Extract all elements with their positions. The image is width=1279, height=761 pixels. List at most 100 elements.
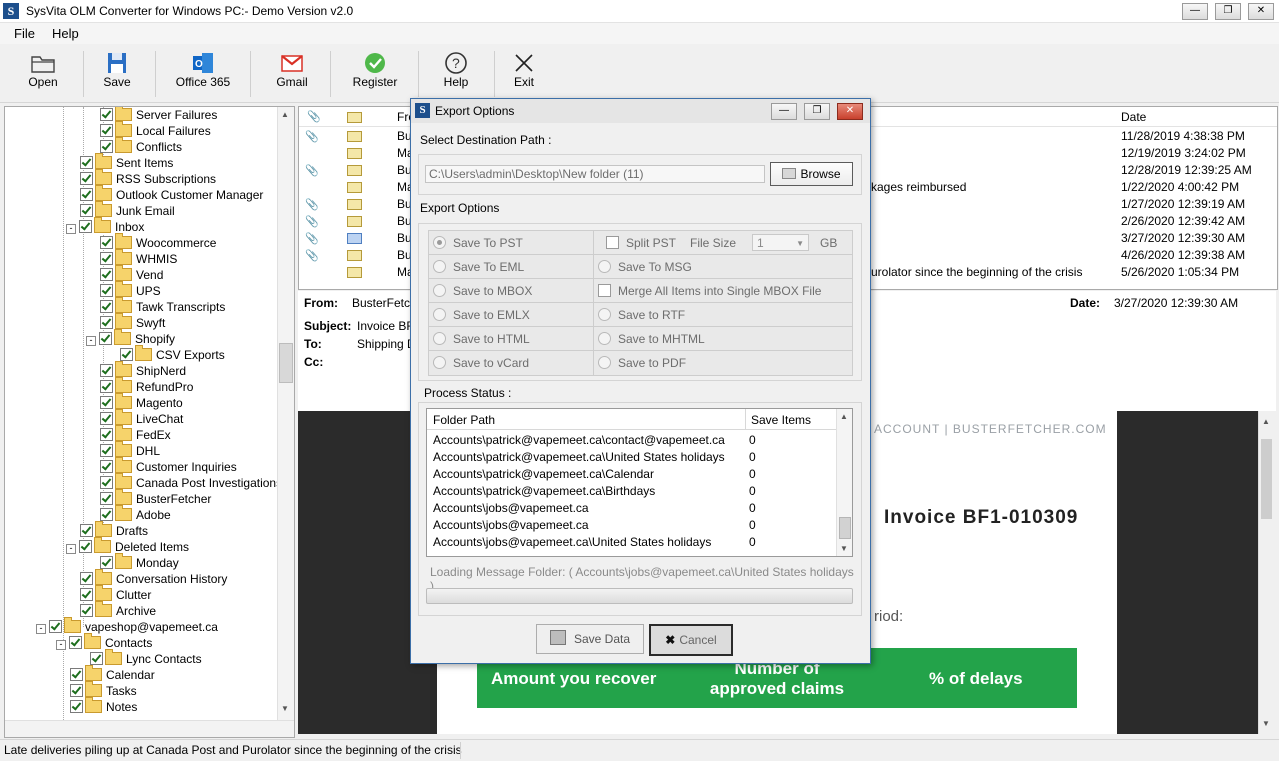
dialog-maximize-button[interactable]: ❐	[804, 103, 830, 120]
tree-checkbox[interactable]	[70, 668, 83, 681]
tree-scroll-thumb[interactable]	[279, 343, 293, 383]
tree-item[interactable]: RefundPro	[100, 377, 193, 395]
tree-item[interactable]: - vapeshop@vapemeet.ca	[36, 617, 218, 635]
cancel-button[interactable]: ✖ Cancel	[649, 624, 733, 656]
tree-checkbox[interactable]	[100, 556, 113, 569]
tree-item[interactable]: Vend	[100, 265, 163, 283]
scroll-down-arrow-icon[interactable]: ▼	[1262, 719, 1270, 728]
tree-item[interactable]: Adobe	[100, 505, 171, 523]
exit-button[interactable]: Exit	[503, 45, 545, 101]
tree-checkbox[interactable]	[100, 364, 113, 377]
split-pst-checkbox[interactable]: Split PST	[606, 232, 676, 254]
status-grid-row[interactable]: Accounts\jobs@vapemeet.ca 0	[427, 517, 852, 534]
tree-hscrollbar[interactable]	[5, 720, 294, 737]
save-to-eml-option[interactable]: Save To EML	[433, 256, 524, 278]
tree-checkbox[interactable]	[100, 140, 113, 153]
tree-checkbox[interactable]	[100, 268, 113, 281]
preview-scrollbar[interactable]: ▲ ▼	[1258, 411, 1276, 734]
tree-item[interactable]: Swyft	[100, 313, 165, 331]
tree-scrollbar[interactable]: ▲ ▼	[277, 107, 294, 737]
tree-checkbox[interactable]	[100, 412, 113, 425]
tree-checkbox[interactable]	[79, 540, 92, 553]
tree-checkbox[interactable]	[80, 204, 93, 217]
tree-item[interactable]: CSV Exports	[120, 345, 225, 363]
tree-item[interactable]: DHL	[100, 441, 160, 459]
minimize-button[interactable]: —	[1182, 3, 1208, 20]
preview-scroll-thumb[interactable]	[1261, 439, 1272, 519]
tree-item[interactable]: Notes	[70, 697, 137, 715]
tree-item[interactable]: Archive	[80, 601, 156, 619]
save-button[interactable]: Save	[92, 45, 142, 101]
save-to-pdf-option[interactable]: Save to PDF	[598, 352, 686, 374]
tree-checkbox[interactable]	[49, 620, 62, 633]
tree-checkbox[interactable]	[99, 332, 112, 345]
tree-checkbox[interactable]	[120, 348, 133, 361]
tree-item[interactable]: - Inbox	[66, 217, 144, 235]
tree-checkbox[interactable]	[100, 300, 113, 313]
tree-checkbox[interactable]	[100, 476, 113, 489]
tree-item[interactable]: Canada Post Investigations	[100, 473, 282, 491]
tree-checkbox[interactable]	[80, 188, 93, 201]
status-grid-row[interactable]: Accounts\jobs@vapemeet.ca 0	[427, 500, 852, 517]
status-grid-row[interactable]: Accounts\patrick@vapemeet.ca\contact@vap…	[427, 432, 852, 449]
merge-mbox-checkbox[interactable]: Merge All Items into Single MBOX File	[598, 280, 821, 302]
folder-tree[interactable]: Server Failures Local Failures Conflicts Se…	[4, 106, 295, 738]
tree-checkbox[interactable]	[100, 284, 113, 297]
scroll-up-arrow-icon[interactable]: ▲	[281, 110, 289, 119]
tree-item[interactable]: Magento	[100, 393, 183, 411]
column-date[interactable]: Date	[1121, 110, 1146, 124]
save-to-emlx-option[interactable]: Save to EMLX	[433, 304, 530, 326]
save-data-button[interactable]: Save Data	[536, 624, 644, 654]
tree-item[interactable]: Outlook Customer Manager	[80, 185, 263, 203]
tree-checkbox[interactable]	[100, 396, 113, 409]
save-to-rtf-option[interactable]: Save to RTF	[598, 304, 685, 326]
status-grid-row[interactable]: Accounts\patrick@vapemeet.ca\United Stat…	[427, 449, 852, 466]
tree-checkbox[interactable]	[100, 380, 113, 393]
help-button[interactable]: ? Help	[433, 45, 479, 101]
menu-file[interactable]: File	[14, 26, 35, 41]
dialog-close-button[interactable]: ✕	[837, 103, 863, 120]
scroll-up-arrow-icon[interactable]: ▲	[1262, 417, 1270, 426]
menu-help[interactable]: Help	[52, 26, 79, 41]
save-to-html-option[interactable]: Save to HTML	[433, 328, 530, 350]
status-grid-row[interactable]: Accounts\jobs@vapemeet.ca\United States …	[427, 534, 852, 551]
email-header-links[interactable]: ACCOUNT | BUSTERFETCHER.COM	[874, 422, 1107, 436]
file-size-select[interactable]: 1 ▼	[752, 234, 809, 251]
grid-scroll-thumb[interactable]	[839, 517, 851, 539]
tree-item[interactable]: Tasks	[70, 681, 137, 699]
dialog-minimize-button[interactable]: —	[771, 103, 797, 120]
tree-checkbox[interactable]	[100, 236, 113, 249]
scroll-down-arrow-icon[interactable]: ▼	[840, 544, 848, 553]
save-to-msg-option[interactable]: Save To MSG	[598, 256, 692, 278]
scroll-up-arrow-icon[interactable]: ▲	[840, 412, 848, 421]
save-items-header[interactable]: Save Items	[751, 413, 811, 427]
tree-item[interactable]: Drafts	[80, 521, 148, 539]
tree-checkbox[interactable]	[100, 428, 113, 441]
tree-checkbox[interactable]	[80, 156, 93, 169]
process-status-grid[interactable]: Folder Path Save Items Accounts\patrick@…	[426, 408, 853, 557]
tree-item[interactable]: Lync Contacts	[90, 649, 202, 667]
tree-checkbox[interactable]	[69, 636, 82, 649]
tree-checkbox[interactable]	[100, 108, 113, 121]
save-to-mbox-option[interactable]: Save to MBOX	[433, 280, 532, 302]
browse-button[interactable]: Browse	[770, 162, 853, 186]
tree-checkbox[interactable]	[100, 492, 113, 505]
tree-checkbox[interactable]	[100, 124, 113, 137]
scroll-down-arrow-icon[interactable]: ▼	[281, 704, 289, 713]
collapse-icon[interactable]: -	[66, 224, 76, 234]
tree-item[interactable]: ShipNerd	[100, 361, 186, 379]
tree-item[interactable]: Conflicts	[100, 137, 182, 155]
open-button[interactable]: Open	[14, 45, 72, 101]
folder-path-header[interactable]: Folder Path	[433, 413, 495, 427]
tree-checkbox[interactable]	[80, 172, 93, 185]
tree-checkbox[interactable]	[80, 588, 93, 601]
tree-item[interactable]: Monday	[100, 553, 179, 571]
tree-item[interactable]: Calendar	[70, 665, 155, 683]
tree-item[interactable]: Sent Items	[80, 153, 173, 171]
tree-checkbox[interactable]	[100, 252, 113, 265]
tree-item[interactable]: - Deleted Items	[66, 537, 189, 555]
gmail-button[interactable]: Gmail	[266, 45, 318, 101]
tree-checkbox[interactable]	[80, 604, 93, 617]
save-to-pst-option[interactable]: Save To PST	[433, 232, 523, 254]
status-grid-row[interactable]: Accounts\patrick@vapemeet.ca\Birthdays 0	[427, 483, 852, 500]
